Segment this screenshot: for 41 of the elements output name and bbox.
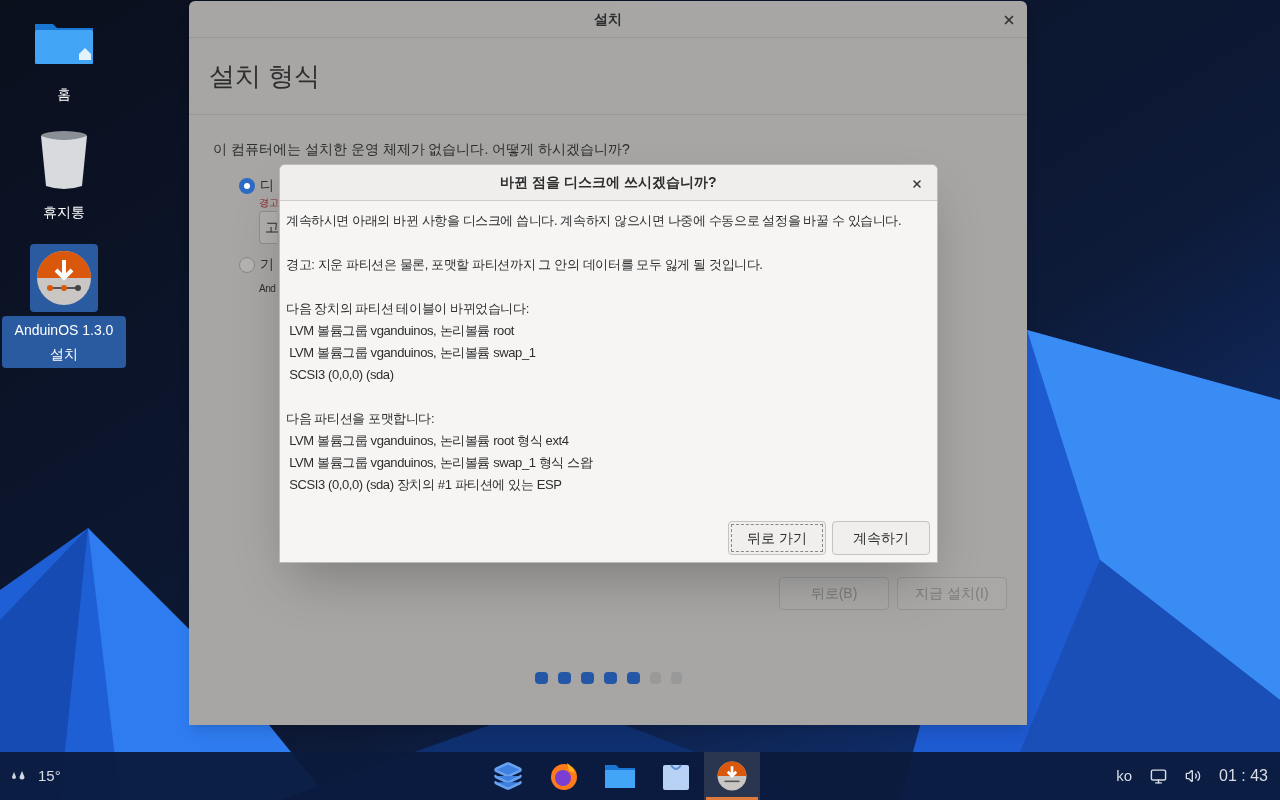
dialog-text: LVM 볼륨그룹 vganduinos, 논리볼륨 root [288,322,514,340]
keyboard-language[interactable]: ko [1116,764,1133,788]
trash-icon [39,130,89,190]
dialog-text: LVM 볼륨그룹 vganduinos, 논리볼륨 swap_1 형식 스왑 [288,454,593,472]
dialog-text: LVM 볼륨그룹 vganduinos, 논리볼륨 swap_1 [288,344,536,362]
installer-icon [36,250,92,306]
desktop-icon-label[interactable]: 휴지통 [35,198,93,226]
option-label[interactable]: 디 [260,175,274,196]
dialog-text: 경고: 지운 파티션은 물론, 포맷할 파티션까지 그 안의 데이터를 모두 잃게 될 것입니다. [286,256,763,274]
radio-button[interactable] [239,177,255,194]
radio-button[interactable] [239,256,255,273]
clock[interactable]: 01 : 43 [1219,764,1268,788]
dialog-text: LVM 볼륨그룹 vganduinos, 논리볼륨 root 형식 ext4 [288,432,569,450]
dialog-title: 바뀐 점을 디스크에 쓰시겠습니까? [500,173,717,192]
weather-temperature: 15° [38,765,61,786]
folder-icon [604,763,636,789]
option-label[interactable]: 기 [260,254,274,275]
desktop-icon-label[interactable]: AnduinOS 1.3.0 설치 [2,316,126,368]
layers-icon [493,761,523,791]
warning-text: 경고 [259,196,279,209]
desktop-icon-label[interactable]: 홈 [49,80,79,108]
installer-icon [717,761,747,791]
option-button[interactable]: 고 [259,211,277,244]
window-title: 설치 [594,9,622,29]
dialog-button[interactable]: 뒤로 가기 [728,521,826,555]
question-text: 이 컴퓨터에는 설치한 운영 체제가 없습니다. 어떻게 하시겠습니까? [213,141,630,157]
dialog-button[interactable]: 계속하기 [832,521,930,555]
dialog-text: SCSI3 (0,0,0) (sda) 장치의 #1 파티션에 있는 ESP [288,476,562,494]
network-icon[interactable] [1150,767,1168,785]
taskbar-app[interactable] [704,752,760,800]
option-description: And [259,282,276,296]
dialog-text: 다음 파티션을 포맷합니다: [286,410,435,428]
running-indicator [706,797,758,800]
browser-icon [549,761,579,791]
close-icon [911,178,923,190]
dialog-text: SCSI3 (0,0,0) (sda) [288,366,394,384]
dialog-text: 계속하시면 아래의 바뀐 사항을 디스크에 씁니다. 계속하지 않으시면 나중에 수동으로 설정을 바꿀 수 있습니다. [286,212,902,230]
close-icon [1002,13,1016,27]
volume-icon[interactable] [1185,768,1202,784]
dialog-text: 다음 장치의 파티션 테이블이 바뀌었습니다: [286,300,529,318]
page-heading: 설치 형식 [209,59,321,93]
